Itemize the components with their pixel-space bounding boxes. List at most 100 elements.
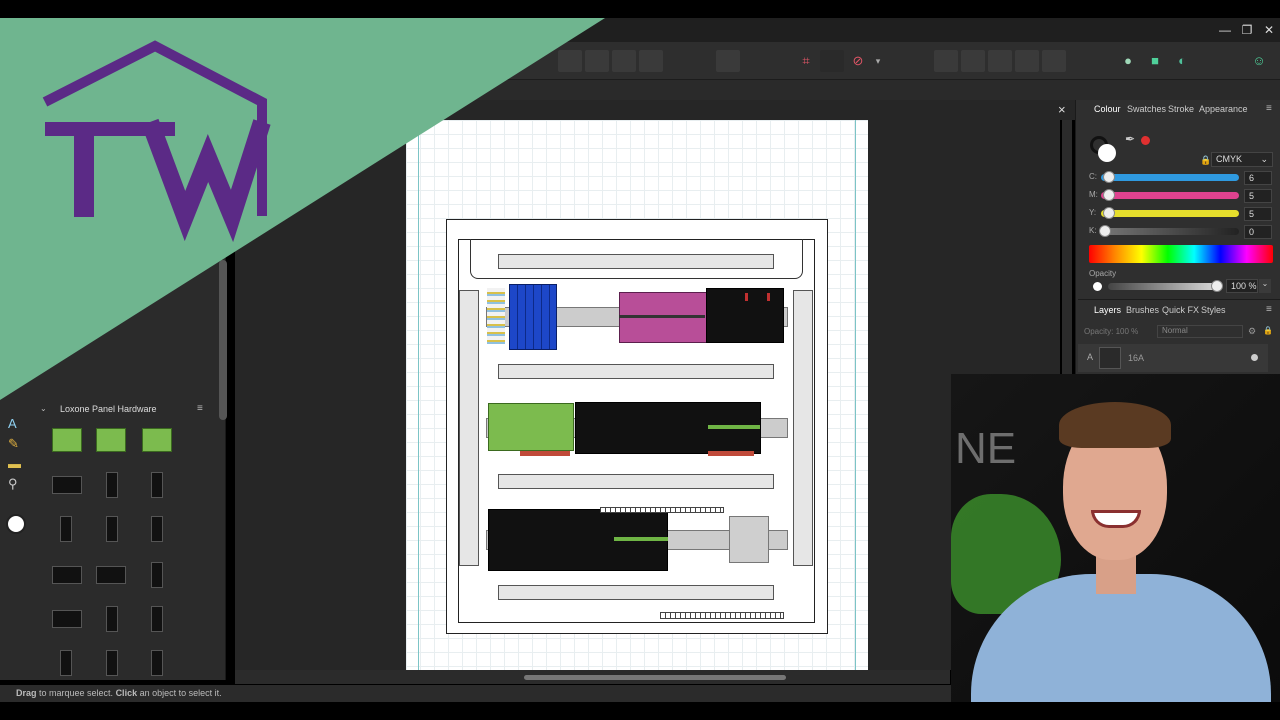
blend-mode-select[interactable]: Normal bbox=[1157, 325, 1243, 338]
layer-visibility-dot[interactable] bbox=[1251, 354, 1258, 361]
magenta-slider[interactable] bbox=[1101, 192, 1239, 199]
terminal-strip bbox=[708, 451, 754, 456]
asset-tile[interactable] bbox=[106, 472, 118, 498]
tab-swatches[interactable]: Swatches bbox=[1127, 104, 1166, 114]
text-tool-icon[interactable]: A bbox=[8, 416, 17, 431]
status-drag-keyword: Drag bbox=[16, 688, 37, 698]
crop-icon[interactable]: ⌗ bbox=[797, 52, 815, 70]
asset-tile[interactable] bbox=[106, 650, 118, 676]
background-sign-text: NE bbox=[955, 424, 1017, 473]
snapping-icon[interactable]: ⊘ bbox=[849, 52, 867, 70]
asset-tile[interactable] bbox=[52, 476, 82, 494]
slider-knob[interactable] bbox=[1211, 280, 1223, 292]
status-click-text: an object to select it. bbox=[137, 688, 222, 698]
lock-icon[interactable]: 🔒 bbox=[1200, 155, 1211, 166]
persona-icon[interactable]: ■ bbox=[1146, 52, 1164, 70]
asset-tile[interactable] bbox=[106, 606, 118, 632]
opacity-slider[interactable] bbox=[1108, 283, 1220, 290]
slider-knob[interactable] bbox=[1103, 207, 1115, 219]
magenta-value[interactable]: 5 bbox=[1244, 189, 1272, 203]
asset-tile[interactable] bbox=[60, 516, 72, 542]
color-picker-icon[interactable]: ✒ bbox=[1125, 132, 1135, 146]
toolbar-button[interactable] bbox=[961, 50, 985, 72]
tab-layers[interactable]: Layers bbox=[1094, 305, 1121, 315]
opacity-swatch bbox=[1093, 282, 1102, 291]
color-spectrum[interactable] bbox=[1089, 245, 1273, 263]
toolbar-button[interactable] bbox=[1042, 50, 1066, 72]
asset-tile[interactable] bbox=[106, 516, 118, 542]
panel-menu-icon[interactable]: ≡ bbox=[1266, 304, 1272, 315]
asset-tile[interactable] bbox=[52, 428, 82, 452]
toolbar-button[interactable] bbox=[716, 50, 740, 72]
asset-tile[interactable] bbox=[151, 650, 163, 676]
asset-tile[interactable] bbox=[151, 472, 163, 498]
close-icon[interactable]: ✕ bbox=[1258, 20, 1280, 40]
slider-knob[interactable] bbox=[1103, 189, 1115, 201]
asset-tile[interactable] bbox=[151, 606, 163, 632]
tab-stroke[interactable]: Stroke bbox=[1168, 104, 1194, 114]
cyan-slider[interactable] bbox=[1101, 174, 1239, 181]
scrollbar-thumb[interactable] bbox=[524, 675, 786, 680]
asset-tile[interactable] bbox=[60, 650, 72, 676]
tab-styles[interactable]: Styles bbox=[1201, 305, 1226, 315]
chevron-down-icon[interactable]: ▾ bbox=[869, 52, 887, 70]
toolbar-button[interactable] bbox=[988, 50, 1012, 72]
ruler-tool-icon[interactable]: ▬ bbox=[8, 456, 21, 471]
layer-opacity[interactable]: Opacity: 100 % bbox=[1084, 327, 1138, 336]
asset-tile[interactable] bbox=[142, 428, 172, 452]
chevron-down-icon: ⌄ bbox=[1260, 154, 1268, 164]
lock-icon[interactable]: 🔒 bbox=[1263, 326, 1273, 335]
brand-logo-overlay bbox=[0, 18, 605, 400]
toolbar-button[interactable] bbox=[639, 50, 663, 72]
asset-tile[interactable] bbox=[151, 562, 163, 588]
yellow-slider[interactable] bbox=[1101, 210, 1239, 217]
gear-icon[interactable]: ⚙ bbox=[1248, 326, 1256, 337]
zoom-tool-icon[interactable]: ⚲ bbox=[8, 476, 18, 492]
asset-tile[interactable] bbox=[52, 566, 82, 584]
cable-duct bbox=[498, 474, 774, 489]
cable-duct bbox=[498, 585, 774, 600]
tab-appearance[interactable]: Appearance bbox=[1199, 104, 1248, 114]
layer-name[interactable]: 16A bbox=[1128, 353, 1144, 363]
color-model-value: CMYK bbox=[1216, 154, 1243, 164]
tab-brushes[interactable]: Brushes bbox=[1126, 305, 1159, 315]
status-drag-text: to marquee select. bbox=[36, 688, 116, 698]
panel-menu-icon[interactable]: ≡ bbox=[1266, 103, 1272, 114]
indicator-led bbox=[767, 293, 770, 301]
fill-color-well[interactable] bbox=[1098, 144, 1116, 162]
cyan-value[interactable]: 6 bbox=[1244, 171, 1272, 185]
yellow-value[interactable]: 5 bbox=[1244, 207, 1272, 221]
persona-icon[interactable]: ◐ bbox=[1173, 52, 1191, 70]
eyedropper-tool-icon[interactable]: ✎ bbox=[8, 436, 19, 452]
letterbox-bottom bbox=[0, 702, 1280, 720]
circuit-breaker[interactable] bbox=[729, 516, 769, 563]
fill-color-well[interactable] bbox=[6, 514, 26, 534]
toolbar-button[interactable] bbox=[934, 50, 958, 72]
asset-tile[interactable] bbox=[96, 428, 126, 452]
page-margin-guide bbox=[855, 120, 856, 670]
module-label-strip bbox=[708, 425, 760, 429]
key-value[interactable]: 0 bbox=[1244, 225, 1272, 239]
color-model-select[interactable]: CMYK ⌄ bbox=[1211, 152, 1273, 167]
asset-tile[interactable] bbox=[151, 516, 163, 542]
terminal-strip bbox=[520, 451, 570, 456]
persona-icon[interactable]: ● bbox=[1119, 52, 1137, 70]
toolbar-button[interactable] bbox=[1015, 50, 1039, 72]
vertical-trunking bbox=[793, 290, 813, 566]
key-slider[interactable] bbox=[1101, 228, 1239, 235]
slider-knob[interactable] bbox=[1099, 225, 1111, 237]
account-icon[interactable]: ☺ bbox=[1250, 52, 1268, 70]
slider-knob[interactable] bbox=[1103, 171, 1115, 183]
person-hair bbox=[1059, 402, 1171, 448]
asset-tile[interactable] bbox=[52, 610, 82, 628]
opacity-value[interactable]: 100 % bbox=[1226, 279, 1258, 293]
close-document-icon[interactable]: × bbox=[1058, 102, 1066, 117]
restore-icon[interactable]: ❐ bbox=[1236, 20, 1258, 40]
asset-tile[interactable] bbox=[96, 566, 126, 584]
webcam-overlay: NE bbox=[951, 374, 1280, 702]
tab-quick-fx[interactable]: Quick FX bbox=[1162, 305, 1199, 315]
toolbar-button[interactable] bbox=[820, 50, 844, 72]
chevron-down-icon[interactable]: ⌄ bbox=[1259, 279, 1271, 293]
minimize-icon[interactable]: — bbox=[1214, 20, 1236, 40]
tab-colour[interactable]: Colour bbox=[1094, 104, 1121, 114]
